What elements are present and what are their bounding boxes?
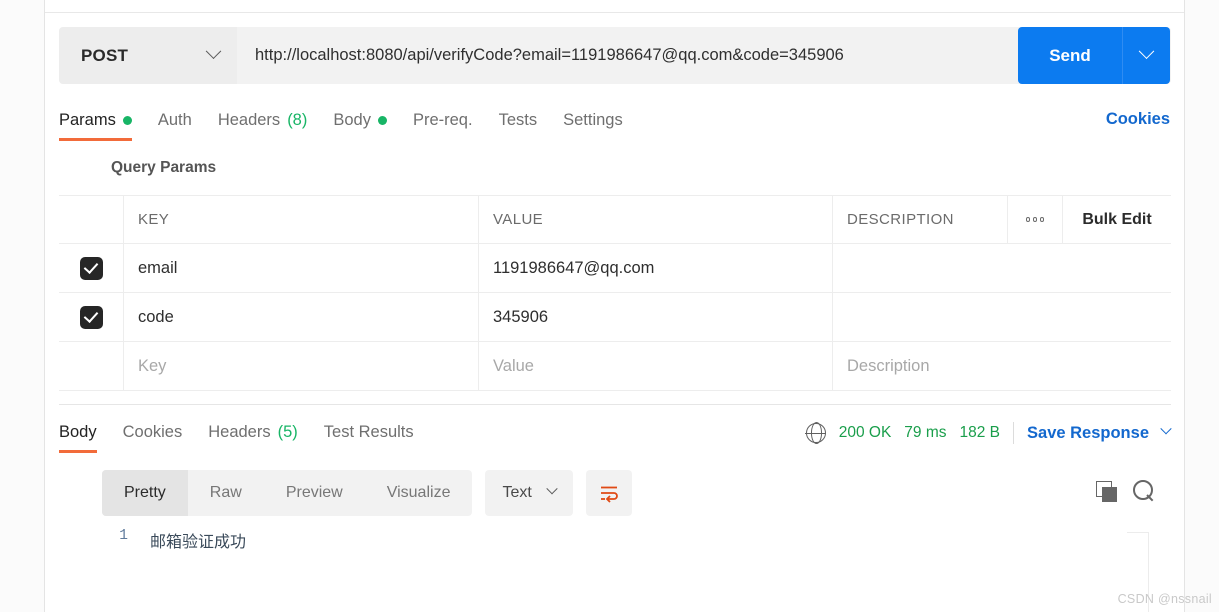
search-icon[interactable] [1133,480,1155,502]
tab-params-label: Params [59,110,116,129]
response-tab-body[interactable]: Body [59,415,110,453]
response-divider [59,404,1171,405]
cookies-link[interactable]: Cookies [1106,110,1170,129]
http-method-label: POST [81,45,129,65]
send-button[interactable]: Send [1018,27,1122,84]
response-tab-body-label: Body [59,422,97,441]
response-tab-cookies[interactable]: Cookies [110,415,196,449]
modified-dot-icon [377,115,387,125]
line-content: 邮箱验证成功 [150,534,247,551]
response-tabs: Body Cookies Headers (5) Test Results [59,415,427,453]
param-key: code [138,307,174,326]
response-tab-headers-label: Headers [208,422,271,441]
line-number: 1 [119,528,128,544]
send-options-button[interactable] [1122,27,1170,84]
word-wrap-icon [600,486,618,503]
request-response-panel: POST http://localhost:8080/api/verifyCod… [44,0,1185,612]
tab-tests-label: Tests [498,110,538,129]
tab-settings[interactable]: Settings [550,103,636,137]
tab-body[interactable]: Body [320,103,400,137]
response-viewer-actions [1096,480,1155,502]
row-checkbox[interactable] [79,305,103,329]
chevron-down-icon [546,483,558,495]
table-header-row: KEY VALUE DESCRIPTION Bulk Edit [59,196,1171,244]
modified-dot-icon [122,115,132,125]
response-body-viewer[interactable]: 1 邮箱验证成功 [102,528,1170,612]
row-checkbox[interactable] [79,256,103,280]
column-header-key: KEY [138,211,170,228]
response-meta: 200 OK 79 ms 182 B Save Response [805,422,1172,444]
tab-headers-count: (8) [287,110,308,129]
meta-divider [1013,422,1015,444]
http-method-dropdown[interactable]: POST [59,27,237,84]
response-tab-headers-count: (5) [277,422,298,441]
viewer-right-rail-cap [1127,532,1149,533]
viewer-mode-preview[interactable]: Preview [264,470,365,516]
viewer-mode-visualize[interactable]: Visualize [365,470,473,516]
chevron-down-icon [1138,43,1155,60]
response-tab-test-results-label: Test Results [323,422,414,441]
postman-request-window: POST http://localhost:8080/api/verifyCod… [0,0,1219,612]
new-param-key-placeholder[interactable]: Key [138,357,166,376]
code-line: 1 邮箱验证成功 [102,528,1170,554]
send-button-group: Send [1018,27,1170,84]
viewer-mode-group: Pretty Raw Preview Visualize [102,470,473,516]
copy-icon[interactable] [1096,480,1117,502]
response-viewer-toolbar: Pretty Raw Preview Visualize Text [102,470,632,516]
top-divider [45,12,1184,13]
column-header-value: VALUE [493,211,544,228]
response-format-label: Text [502,484,532,501]
new-param-description-placeholder[interactable]: Description [847,357,930,376]
globe-icon [805,422,827,444]
three-dots-icon[interactable] [1025,217,1045,222]
chevron-down-icon [205,43,222,60]
tab-params[interactable]: Params [59,103,145,141]
param-value: 1191986647@qq.com [493,258,655,277]
new-param-value-placeholder[interactable]: Value [493,357,534,376]
column-header-description: DESCRIPTION [847,211,954,228]
viewer-mode-raw[interactable]: Raw [188,470,264,516]
tab-auth-label: Auth [157,110,192,129]
param-value: 345906 [493,307,549,326]
param-key: email [138,258,178,277]
header-checkbox-cell [59,196,124,243]
query-params-table: KEY VALUE DESCRIPTION Bulk Edit email 11… [59,195,1171,391]
tab-tests[interactable]: Tests [486,103,551,137]
response-tab-cookies-label: Cookies [122,422,183,441]
tab-settings-label: Settings [563,110,623,129]
table-row[interactable]: code 345906 [59,293,1171,342]
tab-headers-label: Headers [217,110,281,129]
response-time: 79 ms [904,424,947,441]
table-row[interactable]: email 1191986647@qq.com [59,244,1171,293]
url-text: http://localhost:8080/api/verifyCode?ema… [255,46,844,64]
bulk-edit-button[interactable]: Bulk Edit [1082,211,1151,229]
table-row-empty[interactable]: Key Value Description [59,342,1171,391]
word-wrap-button[interactable] [585,470,632,516]
tab-body-label: Body [333,110,371,129]
url-bar: POST http://localhost:8080/api/verifyCod… [59,27,1171,84]
tab-pre-request[interactable]: Pre-req. [400,103,486,137]
response-size: 182 B [959,424,1001,441]
tab-auth[interactable]: Auth [145,103,205,137]
tab-headers[interactable]: Headers (8) [205,103,321,137]
response-status: 200 OK [838,424,892,441]
chevron-down-icon[interactable] [1160,423,1172,435]
watermark: CSDN @nssnail [1117,592,1212,606]
request-tabs: Params Auth Headers (8) Body Pre-req. Te… [59,103,1171,141]
query-params-title: Query Params [111,159,217,176]
response-tab-test-results[interactable]: Test Results [311,415,427,449]
response-format-dropdown[interactable]: Text [485,470,573,516]
tab-pre-request-label: Pre-req. [412,110,473,129]
response-tab-headers[interactable]: Headers (5) [195,415,311,449]
save-response-button[interactable]: Save Response [1027,424,1149,443]
viewer-mode-pretty[interactable]: Pretty [102,470,188,516]
